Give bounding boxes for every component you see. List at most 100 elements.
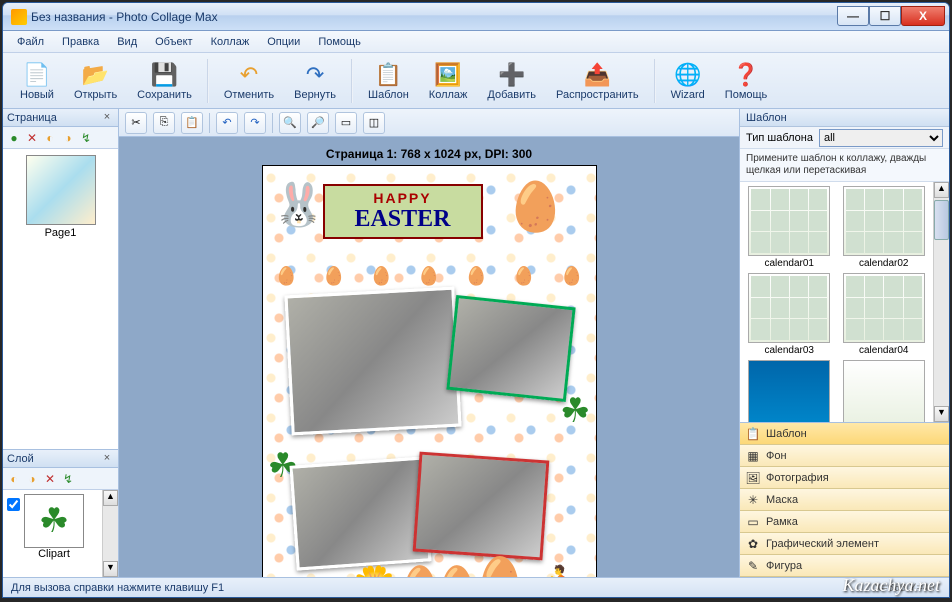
close-button[interactable]: X (901, 6, 945, 26)
undo-label: Отменить (224, 89, 274, 101)
save-button[interactable]: 💾Сохранить (128, 57, 201, 105)
page-panel-header: Страница × (3, 109, 118, 127)
share-button[interactable]: 📤Распространить (547, 57, 648, 105)
actual-icon: ◫ (369, 116, 379, 129)
help-button[interactable]: ❓Помощь (716, 57, 777, 105)
copy-button[interactable]: ⎘ (153, 112, 175, 134)
menu-edit[interactable]: Правка (54, 33, 107, 51)
page-prop-icon[interactable]: ◑ (61, 131, 75, 145)
page-thumb-item[interactable]: Page1 (9, 155, 112, 239)
right-column: Шаблон Тип шаблона all Примените шаблон … (739, 109, 949, 577)
photo-frame[interactable] (446, 295, 575, 402)
menu-help[interactable]: Помощь (310, 33, 369, 51)
zoomin-button[interactable]: 🔍 (279, 112, 301, 134)
window-title: Без названия - Photo Collage Max (31, 10, 837, 24)
layer-refresh-icon[interactable]: ↯ (61, 472, 75, 486)
photo-frame[interactable] (412, 452, 549, 561)
template-item[interactable]: calendar04 (839, 273, 930, 356)
actual-button[interactable]: ◫ (363, 112, 385, 134)
canvas-column: ✂ ⎘ 📋 ↶ ↷ 🔍 🔎 ▭ ◫ Страница 1: 768 x 1024… (119, 109, 739, 577)
new-button[interactable]: 📄Новый (11, 57, 63, 105)
menu-collage[interactable]: Коллаж (203, 33, 258, 51)
collage-button[interactable]: 🖼️Коллаж (420, 57, 477, 105)
open-label: Открыть (74, 89, 117, 101)
template-button[interactable]: 📋Шаблон (359, 57, 418, 105)
open-button[interactable]: 📂Открыть (65, 57, 126, 105)
accordion-photo[interactable]: 🖼Фотография (740, 467, 949, 489)
template-item[interactable] (744, 360, 835, 422)
refresh-icon[interactable]: ↯ (79, 131, 93, 145)
accordion-background[interactable]: ▦ Фон (740, 445, 949, 467)
photo-icon: 🖼 (746, 471, 760, 485)
template-item[interactable]: calendar02 (839, 186, 930, 269)
close-icon[interactable]: × (100, 452, 114, 466)
egg-clipart[interactable]: 🥚 (506, 178, 566, 235)
menu-options[interactable]: Опции (259, 33, 308, 51)
accordion-template[interactable]: 📋Шаблон (740, 423, 949, 445)
redo-button[interactable]: ↷ (244, 112, 266, 134)
close-icon[interactable]: × (100, 111, 114, 125)
left-column: Страница × ● ✕ ◐ ◑ ↯ Page1 Слой × (3, 109, 119, 577)
layer-item[interactable]: ☘ Clipart (24, 494, 84, 560)
layer-up-icon[interactable]: ◐ (7, 472, 21, 486)
easter-title[interactable]: HAPPY EASTER (323, 184, 483, 239)
flower-clipart[interactable]: 🌼 (353, 564, 398, 577)
redo-button[interactable]: ↷Вернуть (285, 57, 345, 105)
template-type-select[interactable]: all (819, 129, 943, 147)
person-clipart[interactable]: 🏃 (539, 564, 584, 577)
grid-icon: ▦ (746, 449, 760, 463)
add-page-icon[interactable]: ● (7, 131, 21, 145)
scroll-track[interactable] (934, 240, 949, 406)
accordion-shape[interactable]: ✎Фигура (740, 555, 949, 577)
canvas-area[interactable]: Страница 1: 768 x 1024 px, DPI: 300 🥚🥚🥚🥚… (119, 137, 739, 577)
scroll-up-icon[interactable]: ▲ (934, 182, 949, 198)
undo-button[interactable]: ↶ (216, 112, 238, 134)
app-window: Без названия - Photo Collage Max — ☐ X Ф… (2, 2, 950, 598)
accordion-label: Фон (766, 450, 787, 462)
layer-visible-checkbox[interactable] (7, 498, 20, 511)
layer-scrollbar[interactable]: ▲ ▼ (102, 490, 118, 577)
scroll-down-icon[interactable]: ▼ (103, 561, 118, 577)
template-hint: Примените шаблон к коллажу, дважды щелка… (740, 149, 949, 182)
template-label: calendar04 (839, 345, 930, 356)
fit-button[interactable]: ▭ (335, 112, 357, 134)
scroll-down-icon[interactable]: ▼ (934, 406, 949, 422)
cut-button[interactable]: ✂ (125, 112, 147, 134)
accordion-mask[interactable]: ✳Маска (740, 489, 949, 511)
layer-panel-title: Слой (7, 453, 34, 465)
add-button[interactable]: ➕Добавить (478, 57, 545, 105)
minimize-button[interactable]: — (837, 6, 869, 26)
photo-frame[interactable] (289, 456, 431, 570)
scroll-up-icon[interactable]: ▲ (103, 490, 118, 506)
menu-file[interactable]: Файл (9, 33, 52, 51)
delete-page-icon[interactable]: ✕ (25, 131, 39, 145)
template-item[interactable]: calendar03 (744, 273, 835, 356)
template-item[interactable]: calendar01 (744, 186, 835, 269)
scroll-thumb[interactable] (934, 200, 949, 240)
menu-view[interactable]: Вид (109, 33, 145, 51)
maximize-button[interactable]: ☐ (869, 6, 901, 26)
accordion-clipart[interactable]: ✿Графический элемент (740, 533, 949, 555)
wizard-button[interactable]: 🌐Wizard (662, 57, 714, 105)
scroll-track[interactable] (103, 506, 118, 561)
collage-canvas[interactable]: 🥚🥚🥚🥚🥚🥚🥚 🐰 HAPPY EASTER 🥚 ☘ ☘ 🌼 🥚 (262, 165, 597, 577)
titlebar[interactable]: Без названия - Photo Collage Max — ☐ X (3, 3, 949, 31)
undo-button[interactable]: ↶Отменить (215, 57, 283, 105)
layer-del-icon[interactable]: ✕ (43, 472, 57, 486)
redo-icon: ↷ (301, 61, 329, 89)
template-scrollbar[interactable]: ▲ ▼ (933, 182, 949, 422)
share-icon: 📤 (583, 61, 611, 89)
template-item[interactable] (839, 360, 930, 422)
fit-icon: ▭ (341, 116, 351, 129)
bunny-clipart[interactable]: 🐰 (273, 181, 325, 230)
accordion-frame[interactable]: ▭Рамка (740, 511, 949, 533)
save-icon: 💾 (151, 61, 179, 89)
dup-page-icon[interactable]: ◐ (43, 131, 57, 145)
egg-clipart[interactable]: 🥚 (473, 554, 528, 577)
photo-frame[interactable] (284, 287, 461, 436)
menu-object[interactable]: Объект (147, 33, 200, 51)
paste-button[interactable]: 📋 (181, 112, 203, 134)
layer-dn-icon[interactable]: ◑ (25, 472, 39, 486)
zoomout-button[interactable]: 🔎 (307, 112, 329, 134)
template-thumb (748, 273, 830, 343)
